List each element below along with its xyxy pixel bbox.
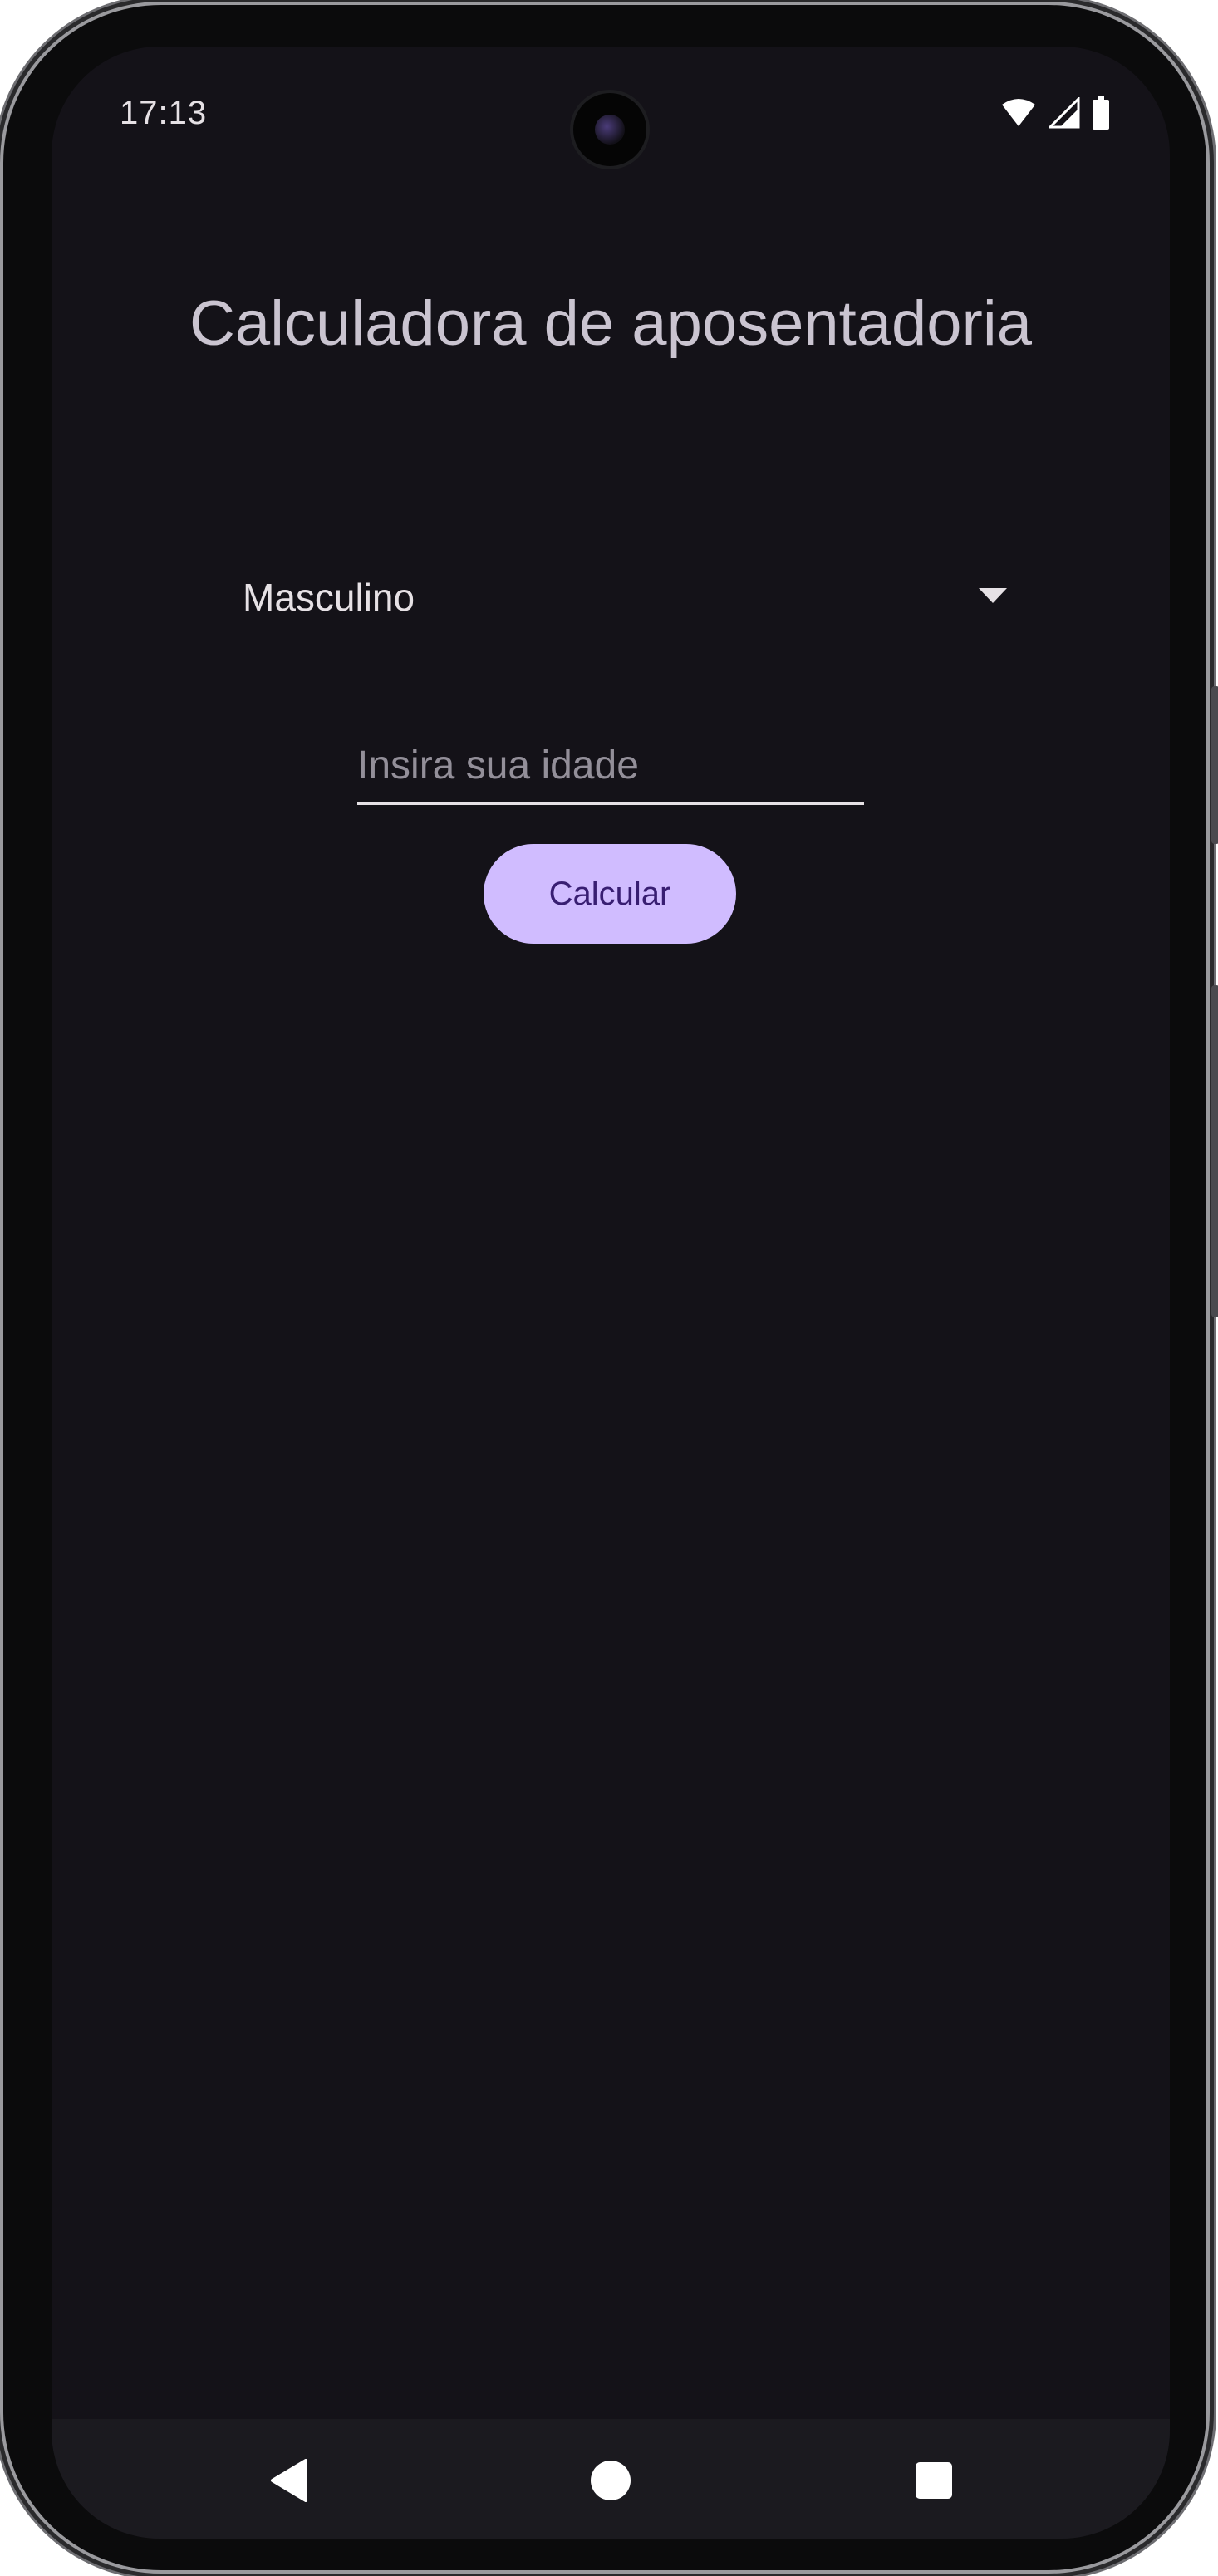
- recents-icon[interactable]: [909, 2456, 959, 2505]
- wifi-icon: [1000, 98, 1037, 132]
- home-icon[interactable]: [586, 2456, 636, 2505]
- gender-selected-value: Masculino: [243, 576, 415, 619]
- battery-icon: [1092, 96, 1110, 134]
- back-icon[interactable]: [264, 2456, 314, 2505]
- front-camera: [573, 93, 646, 166]
- status-bar: 17:13: [52, 47, 1170, 166]
- status-icons: [1000, 96, 1110, 134]
- phone-frame: 17:13 Calculadora de aposentadoria Mascu…: [3, 5, 1218, 2570]
- age-field-container: [357, 728, 864, 811]
- age-input[interactable]: [357, 728, 864, 805]
- power-button: [1211, 686, 1218, 844]
- page-title: Calculadora de aposentadoria: [189, 288, 1033, 359]
- volume-button: [1211, 985, 1218, 1317]
- app-screen: 17:13 Calculadora de aposentadoria Mascu…: [52, 47, 1170, 2539]
- dropdown-arrow-icon: [979, 588, 1007, 607]
- calculate-button[interactable]: Calcular: [484, 844, 736, 944]
- navigation-bar: [52, 2419, 1170, 2539]
- cellular-signal-icon: [1047, 96, 1080, 133]
- gender-dropdown[interactable]: Masculino: [243, 553, 1007, 636]
- status-time: 17:13: [120, 95, 208, 131]
